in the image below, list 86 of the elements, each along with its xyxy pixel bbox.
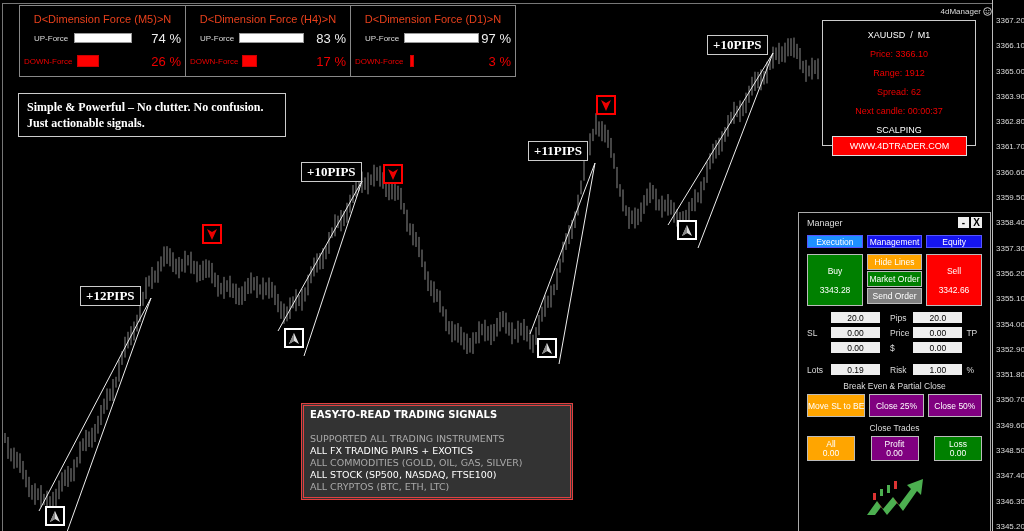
down-force-label: DOWN-Force	[355, 56, 405, 66]
price-label: 3360.60	[995, 167, 1024, 177]
symbol-text: XAUUSD / M1	[867, 29, 931, 41]
info-line: Range: 1912	[873, 67, 925, 79]
box-title: EASY-TO-READ TRADING SIGNALS	[310, 409, 499, 421]
pips-label: +12PIPS	[80, 286, 141, 306]
price-label: 3356.20	[995, 268, 1024, 278]
input-field[interactable]: 0.00	[831, 327, 880, 338]
price-label: 3349.60	[995, 420, 1024, 430]
close-button[interactable]: X	[971, 217, 982, 228]
price-label: 3362.80	[995, 117, 1024, 127]
price-label: 3359.50	[995, 193, 1024, 203]
price-label: 3367.20	[995, 16, 1024, 25]
down-force-label: DOWN-Force	[24, 56, 74, 66]
input-field[interactable]: 0.00	[913, 342, 963, 353]
force-title: D<Dimension Force (D1)>N	[364, 13, 502, 25]
info-line: Spread: 62	[876, 86, 921, 98]
down-force-reading: 3 %	[488, 53, 511, 69]
down-force-label: DOWN-Force	[190, 56, 240, 66]
up-force-label: UP-Force	[199, 33, 236, 43]
box-line: ALL COMMODITIES (GOLD, OIL, GAS, SILVER)	[310, 457, 524, 469]
up-force-reading: 97 %	[481, 30, 511, 46]
price-label: 3351.80	[995, 370, 1024, 380]
field-label: Lots	[807, 364, 825, 375]
price-label: 3352.90	[995, 344, 1024, 354]
field-label: Pips	[889, 312, 908, 323]
pips-label: +10PIPS	[707, 35, 768, 55]
field-label: $	[889, 342, 896, 353]
slogan-text: Simple & Powerful – No clutter. No confusion. Just actionable signals.	[18, 93, 286, 137]
input-field[interactable]: 0.00	[831, 342, 880, 353]
down-force-reading: 17 %	[316, 53, 346, 69]
input-field[interactable]: 1.00	[913, 364, 963, 375]
pips-label: +11PIPS	[528, 141, 588, 161]
input-field[interactable]: 0.00	[913, 327, 963, 338]
section-title: Close Trades	[868, 423, 921, 433]
price-label: 3355.10	[995, 294, 1024, 304]
input-field[interactable]: 0.19	[831, 364, 880, 375]
input-field[interactable]: 20.0	[831, 312, 880, 323]
up-force-reading: 74 %	[151, 30, 181, 46]
box-line: ALL CRYPTOS (BTC, ETH, LTC)	[310, 481, 451, 493]
close-trades-button[interactable]: Loss 0.00	[934, 436, 982, 461]
sell-button[interactable]: Sell 3342.66	[926, 254, 982, 306]
field-label: Risk	[889, 364, 908, 375]
field-label: Price	[889, 327, 910, 338]
info-line: Next candle: 00:00:37	[855, 105, 943, 117]
info-line: Price: 3366.10	[869, 48, 928, 60]
up-force-label: UP-Force	[33, 33, 70, 43]
price-label: 3365.00	[995, 66, 1024, 76]
price-label: 3350.70	[995, 395, 1024, 405]
minimize-button[interactable]: -	[958, 217, 969, 228]
mode-text: SCALPING	[876, 124, 922, 136]
force-title: D<Dimension Force (H4)>N	[199, 13, 337, 25]
close-trades-button[interactable]: Profit 0.00	[870, 436, 919, 461]
tab[interactable]: Management	[866, 235, 923, 248]
action-button[interactable]: Market Order	[867, 271, 922, 287]
price-label: 3354.00	[995, 319, 1024, 329]
tab[interactable]: Equity	[926, 235, 982, 248]
action-button[interactable]: Send Order	[867, 288, 922, 304]
action-button[interactable]: Close 50%	[927, 394, 982, 417]
input-field[interactable]: 20.0	[913, 312, 963, 323]
price-label: 3361.70	[995, 142, 1024, 152]
box-line: SUPPORTED ALL TRADING INSTRUMENTS	[310, 433, 506, 445]
price-label: 3363.90	[995, 91, 1024, 101]
field-label: %	[966, 364, 975, 375]
panel-title: Manager	[807, 217, 844, 228]
buy-button[interactable]: Buy 3343.28	[807, 254, 863, 306]
field-label: TP	[966, 327, 979, 338]
website-link[interactable]: WWW.4DTRADER.COM	[832, 136, 967, 156]
pips-label: +10PIPS	[301, 162, 362, 182]
price-label: 3366.10	[995, 41, 1024, 51]
force-title: D<Dimension Force (M5)>N	[33, 13, 172, 25]
price-label: 3357.30	[995, 243, 1024, 253]
action-button[interactable]: Close 25%	[869, 394, 924, 417]
price-label: 3358.40	[995, 218, 1024, 228]
price-label: 3346.30	[995, 496, 1024, 506]
down-force-reading: 26 %	[151, 53, 181, 69]
box-line: ALL FX TRADING PAIRS + EXOTICS	[310, 445, 474, 457]
section-title: Break Even & Partial Close	[842, 381, 947, 391]
price-label: 3348.50	[995, 446, 1024, 456]
brand-name: 4dManager	[940, 7, 981, 16]
up-force-label: UP-Force	[364, 33, 401, 43]
field-label: SL	[807, 327, 819, 338]
price-label: 3345.20	[995, 521, 1024, 531]
up-force-reading: 83 %	[316, 30, 346, 46]
box-line: ALL STOCK (SP500, NASDAQ, FTSE100)	[310, 469, 498, 481]
price-label: 3347.40	[995, 471, 1024, 481]
